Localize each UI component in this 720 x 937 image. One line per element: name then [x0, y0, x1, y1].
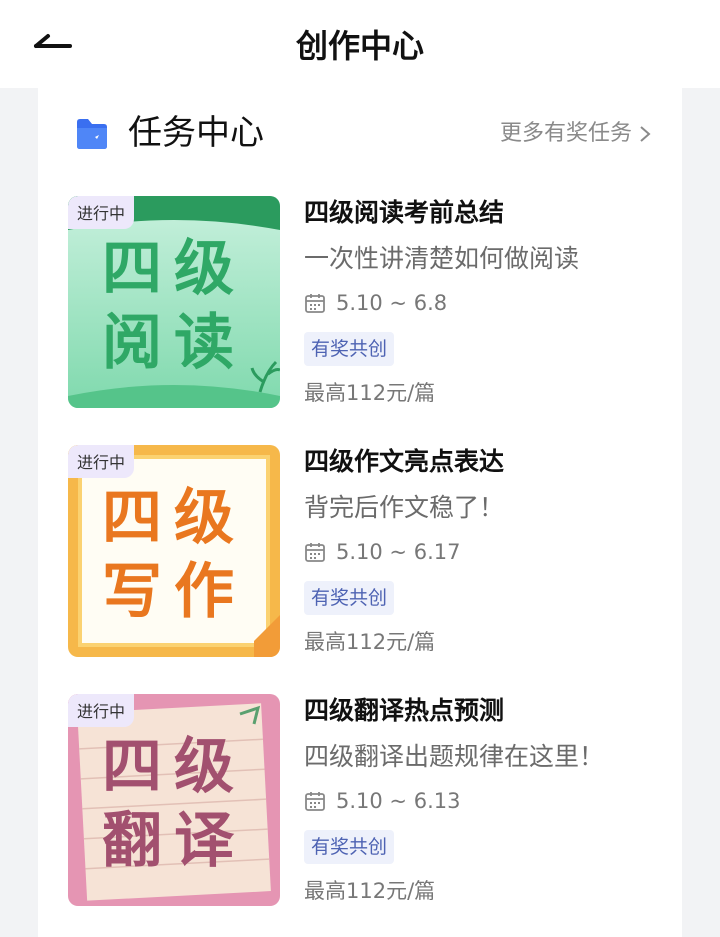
chevron-right-icon	[640, 126, 651, 142]
more-tasks-label: 更多有奖任务	[499, 121, 632, 146]
thumbnail-text: 四级 阅读	[102, 234, 246, 378]
calendar-icon	[305, 543, 325, 562]
section-title: 任务中心	[128, 113, 264, 153]
thumbnail-text: 四级 翻译	[102, 732, 246, 876]
task-title: 四级翻译热点预测	[304, 696, 505, 725]
top-bar: 创作中心	[0, 0, 720, 88]
reward-tag: 有奖共创	[304, 830, 395, 864]
task-thumbnail[interactable]: 四级 写作 进行中	[68, 445, 280, 657]
task-item-reading[interactable]: 四级 阅读 进行中 四级阅读考前总结 一次性讲清楚如何做阅读 5.10 ~ 6.8…	[68, 196, 668, 408]
task-thumbnail[interactable]: 四级 阅读 进行中	[68, 196, 280, 408]
page-title: 创作中心	[295, 27, 424, 65]
task-date: 5.10 ~ 6.17	[304, 537, 460, 567]
thumbnail-text: 四级 写作	[102, 483, 246, 627]
calendar-icon	[305, 792, 325, 811]
status-badge: 进行中	[68, 694, 135, 727]
task-price: 最高112元/篇	[304, 381, 436, 405]
calendar-icon	[305, 294, 325, 313]
task-date: 5.10 ~ 6.13	[304, 786, 460, 816]
task-date: 5.10 ~ 6.8	[304, 288, 447, 318]
task-title: 四级阅读考前总结	[304, 198, 505, 227]
task-thumbnail[interactable]: 四级 翻译 进行中	[68, 694, 280, 906]
more-tasks-link[interactable]: 更多有奖任务	[500, 116, 652, 152]
task-price: 最高112元/篇	[304, 630, 436, 654]
reward-tag: 有奖共创	[304, 581, 395, 615]
status-badge: 进行中	[68, 445, 135, 478]
task-date-text: 5.10 ~ 6.17	[336, 540, 461, 564]
task-description: 四级翻译出题规律在这里！	[304, 742, 605, 771]
folder-icon	[77, 119, 107, 149]
status-badge: 进行中	[68, 196, 135, 229]
task-date-text: 5.10 ~ 6.8	[336, 291, 448, 315]
task-description: 背完后作文稳了！	[304, 493, 505, 522]
task-description: 一次性讲清楚如何做阅读	[304, 244, 580, 273]
task-center-card: 任务中心 更多有奖任务 四级 阅读 进行中 四级阅读考前总结 一次性讲清楚如何做…	[38, 88, 682, 937]
task-date-text: 5.10 ~ 6.13	[336, 789, 461, 813]
task-title: 四级作文亮点表达	[304, 447, 505, 476]
task-item-writing[interactable]: 四级 写作 进行中 四级作文亮点表达 背完后作文稳了！ 5.10 ~ 6.17 有…	[68, 445, 668, 657]
task-item-translation[interactable]: 四级 翻译 进行中 四级翻译热点预测 四级翻译出题规律在这里！ 5.10 ~ 6.…	[68, 694, 668, 906]
reward-tag: 有奖共创	[304, 332, 395, 366]
task-price: 最高112元/篇	[304, 879, 436, 903]
